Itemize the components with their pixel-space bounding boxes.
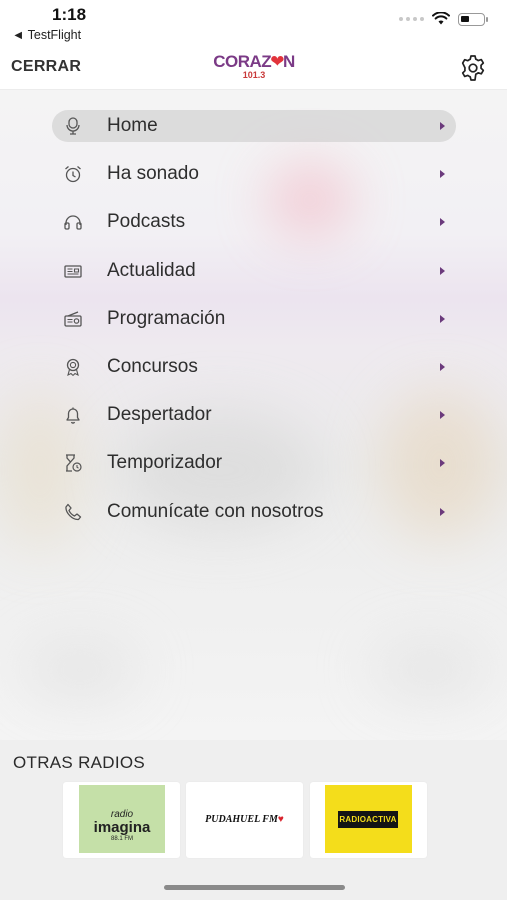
menu-item-actualidad[interactable]: Actualidad xyxy=(52,255,456,287)
radio-icon xyxy=(64,311,82,327)
chevron-right-icon xyxy=(440,122,445,130)
pudahuel-heart-icon: ♥ xyxy=(277,814,284,825)
award-ribbon-icon xyxy=(66,358,80,376)
other-radios-title: OTRAS RADIOS xyxy=(13,753,146,772)
radio-card-imagina[interactable]: radio imagina 88.1 FM xyxy=(63,782,180,858)
status-icons xyxy=(399,12,488,26)
newspaper-icon xyxy=(64,264,82,278)
menu-label-comunicate: Comunícate con nosotros xyxy=(107,500,324,522)
radio-card-radioactiva[interactable]: RADIOACTIVA xyxy=(310,782,427,858)
radioactiva-logo: RADIOACTIVA xyxy=(325,785,412,853)
alarm-clock-icon xyxy=(65,166,81,183)
menu-label-ha-sonado: Ha sonado xyxy=(107,163,199,185)
bell-icon xyxy=(66,407,80,424)
chevron-right-icon xyxy=(440,266,445,275)
menu-item-ha-sonado[interactable]: Ha sonado xyxy=(52,158,456,190)
background-blur xyxy=(20,640,140,700)
settings-gear-icon[interactable] xyxy=(459,54,487,82)
menu-item-podcasts[interactable]: Podcasts xyxy=(52,206,456,238)
pudahuel-name: PUDAHUEL FM xyxy=(205,814,278,825)
status-bar: 1:18 ◄ TestFlight xyxy=(0,0,507,44)
menu-label-despertador: Despertador xyxy=(107,404,212,426)
chevron-right-icon xyxy=(440,170,445,179)
chevron-right-icon xyxy=(440,459,445,468)
wifi-icon xyxy=(432,12,450,25)
hourglass-timer-icon xyxy=(66,454,82,472)
phone-icon xyxy=(65,503,82,520)
logo-wordmark: CORAZ ❤ N xyxy=(204,52,304,72)
chevron-right-icon xyxy=(440,507,445,516)
cellular-signal-icon xyxy=(399,17,424,21)
menu-label-actualidad: Actualidad xyxy=(107,259,196,281)
close-button[interactable]: CERRAR xyxy=(11,58,81,76)
logo-text-start: CORAZ xyxy=(213,52,272,71)
radioactiva-name: RADIOACTIVA xyxy=(338,811,398,828)
imagina-frequency: 88.1 FM xyxy=(110,836,133,842)
background-blur xyxy=(370,640,490,700)
menu-label-podcasts: Podcasts xyxy=(107,211,186,233)
menu-item-home[interactable]: Home xyxy=(52,110,456,142)
menu-label-programacion: Programación xyxy=(107,307,226,329)
pudahuel-fm-logo: PUDAHUEL FM♥ xyxy=(186,814,303,825)
chevron-right-icon xyxy=(440,314,445,323)
side-menu: Home Ha sonado Podcasts Actualidad Progr… xyxy=(0,90,507,740)
microphone-icon xyxy=(66,117,80,135)
battery-icon xyxy=(458,12,488,26)
menu-item-concursos[interactable]: Concursos xyxy=(52,351,456,383)
radio-card-pudahuel[interactable]: PUDAHUEL FM♥ xyxy=(186,782,303,858)
chevron-right-icon xyxy=(440,362,445,371)
menu-label-temporizador: Temporizador xyxy=(107,452,223,474)
back-to-testflight-link[interactable]: ◄ TestFlight xyxy=(12,28,81,42)
other-radios-section: OTRAS RADIOS radio imagina 88.1 FM PUDAH… xyxy=(0,740,507,900)
menu-item-comunicate[interactable]: Comunícate con nosotros xyxy=(52,496,456,528)
chevron-right-icon xyxy=(440,218,445,227)
menu-item-programacion[interactable]: Programación xyxy=(52,303,456,335)
chevron-right-icon xyxy=(440,411,445,420)
headphones-icon xyxy=(64,215,82,231)
imagina-name: imagina xyxy=(93,819,151,836)
menu-label-concursos: Concursos xyxy=(107,355,198,377)
home-indicator[interactable] xyxy=(164,885,345,890)
status-time: 1:18 xyxy=(52,5,87,24)
corazon-logo: CORAZ ❤ N 101.3 xyxy=(204,52,304,86)
logo-text-end: N xyxy=(282,52,295,71)
logo-heart-icon: ❤ xyxy=(270,52,284,71)
menu-list: Home Ha sonado Podcasts Actualidad Progr… xyxy=(52,110,456,544)
menu-item-temporizador[interactable]: Temporizador xyxy=(52,447,456,479)
menu-label-home: Home xyxy=(107,115,158,136)
radio-imagina-logo: radio imagina 88.1 FM xyxy=(79,785,165,853)
menu-item-despertador[interactable]: Despertador xyxy=(52,399,456,431)
app-header: CERRAR CORAZ ❤ N 101.3 xyxy=(0,44,507,90)
